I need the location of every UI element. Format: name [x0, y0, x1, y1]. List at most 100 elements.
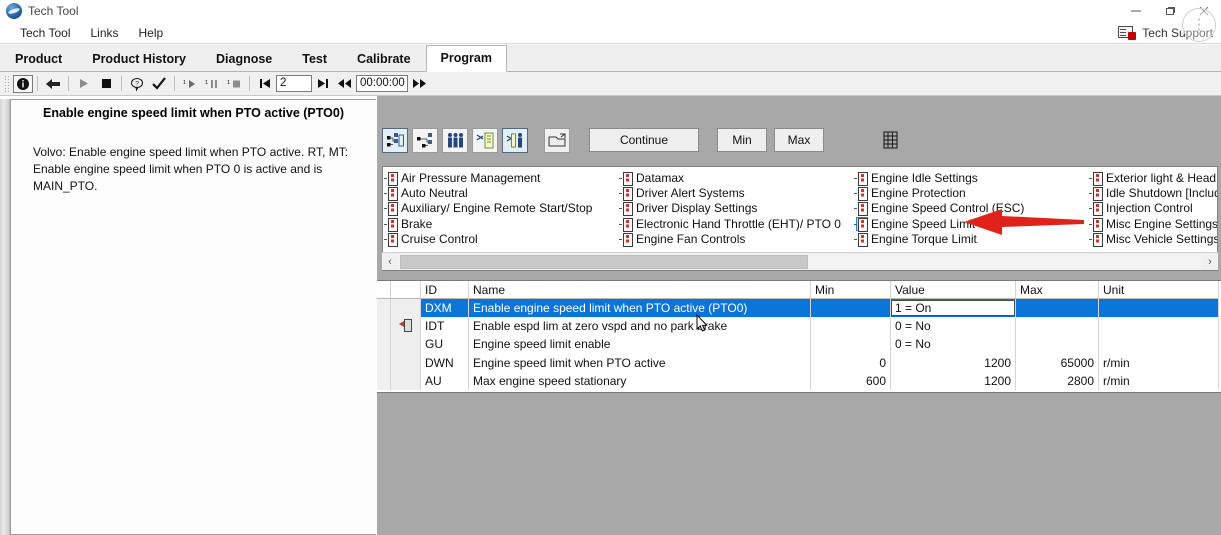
- group-item-driver-display-settings[interactable]: Driver Display Settings: [619, 201, 853, 217]
- group-item-engine-torque-limit[interactable]: Engine Torque Limit: [854, 232, 1088, 248]
- cell-value[interactable]: 1200: [891, 353, 1016, 372]
- stop-icon[interactable]: [95, 74, 117, 94]
- tab-product-history[interactable]: Product History: [77, 46, 201, 72]
- continue-button[interactable]: Continue: [589, 128, 699, 152]
- group-item-misc-vehicle-settings[interactable]: Misc Vehicle Settings: [1089, 232, 1217, 248]
- parameter-group-icon: [384, 171, 398, 186]
- parameter-group-icon: [854, 187, 868, 202]
- group-item-engine-speed-control-esc[interactable]: Engine Speed Control (ESC): [854, 201, 1088, 217]
- parameter-group-icon: [619, 187, 633, 202]
- balloon-help-icon[interactable]: ?: [126, 74, 148, 94]
- step-stop-icon[interactable]: 1: [223, 74, 245, 94]
- min-button[interactable]: Min: [717, 128, 767, 152]
- group-item-engine-protection[interactable]: Engine Protection: [854, 185, 1088, 202]
- menu-item-tech-tool[interactable]: Tech Tool: [10, 23, 80, 43]
- group-item-exterior-light-head[interactable]: Exterior light & Head l: [1089, 170, 1217, 186]
- table-row[interactable]: IDT Enable espd lim at zero vspd and no …: [377, 317, 1221, 336]
- table-row[interactable]: DWN Engine speed limit when PTO active 0…: [377, 353, 1221, 372]
- table-row[interactable]: GU Engine speed limit enable 0 = No: [377, 335, 1221, 354]
- tab-program[interactable]: Program: [425, 45, 507, 72]
- group-item-engine-fan-controls[interactable]: Engine Fan Controls: [619, 232, 853, 248]
- elapsed-time-input[interactable]: 00:00:00: [356, 75, 408, 92]
- group-item-engine-idle-settings[interactable]: Engine Idle Settings: [854, 170, 1088, 186]
- group-item-cruise-control[interactable]: Cruise Control: [384, 232, 618, 248]
- header-min: Min: [811, 281, 891, 299]
- parameter-group-icon: [384, 202, 398, 217]
- toolbar-grip[interactable]: [4, 74, 10, 93]
- volvo-globe-icon: [6, 3, 22, 19]
- tab-diagnose[interactable]: Diagnose: [201, 46, 287, 72]
- table-row[interactable]: AU Max engine speed stationary 600 1200 …: [377, 371, 1221, 390]
- cell-id: IDT: [421, 317, 469, 336]
- step-play-icon[interactable]: 1: [179, 74, 201, 94]
- parameter-group-icon: [384, 217, 398, 232]
- group-item-brake[interactable]: Brake: [384, 216, 618, 232]
- menu-bar: Tech Tool Links Help: [0, 22, 1221, 44]
- group-item-datamax[interactable]: Datamax: [619, 170, 853, 186]
- fast-forward-icon[interactable]: [408, 74, 430, 94]
- table-row[interactable]: DXM Enable engine speed limit when PTO a…: [377, 299, 1221, 318]
- all-parameters-icon[interactable]: [442, 127, 468, 153]
- toolbar-separator: [37, 76, 38, 91]
- program-work-area: Continue Min Max Air Pressure Management…: [377, 96, 1221, 535]
- go-last-icon[interactable]: [312, 74, 334, 94]
- toolbar-separator: [68, 76, 69, 91]
- scroll-right-icon[interactable]: ›: [1202, 256, 1218, 268]
- svg-text:1: 1: [183, 80, 186, 86]
- compare-parameters-icon[interactable]: [472, 127, 498, 153]
- group-item-electronic-hand-throttle[interactable]: Electronic Hand Throttle (EHT)/ PTO 0: [619, 216, 853, 232]
- group-item-auto-neutral[interactable]: Auto Neutral: [384, 185, 618, 202]
- minimize-icon[interactable]: [1119, 0, 1153, 22]
- cell-value[interactable]: 0 = No: [891, 317, 1016, 336]
- group-item-driver-alert-systems[interactable]: Driver Alert Systems: [619, 185, 853, 202]
- menu-item-help[interactable]: Help: [129, 23, 174, 43]
- group-item-idle-shutdown[interactable]: Idle Shutdown [Includ: [1089, 185, 1217, 202]
- cursor-highlight-circle: ⋮: [1182, 8, 1216, 42]
- parameter-action-toolbar: Continue Min Max: [377, 118, 1221, 162]
- cell-unit: r/min: [1099, 353, 1219, 372]
- group-item-misc-engine-settings[interactable]: Misc Engine Settings: [1089, 216, 1217, 232]
- go-first-icon[interactable]: [254, 74, 276, 94]
- scroll-track[interactable]: [398, 254, 1202, 269]
- row-status-icon: [377, 317, 391, 336]
- group-item-auxiliary-engine-remote-start-stop[interactable]: Auxiliary/ Engine Remote Start/Stop: [384, 201, 618, 217]
- row-mark: [391, 353, 421, 372]
- cell-value[interactable]: 0 = No: [891, 335, 1016, 354]
- group-item-injection-control[interactable]: Injection Control: [1089, 201, 1217, 217]
- step-pause-icon[interactable]: 1: [201, 74, 223, 94]
- check-icon[interactable]: [148, 74, 170, 94]
- cell-min: [811, 317, 891, 336]
- parameter-group-icon: [1089, 171, 1103, 186]
- tech-support-icon: [1118, 26, 1137, 40]
- group-item-air-pressure-management[interactable]: Air Pressure Management: [384, 170, 618, 186]
- tech-tool-window: Tech Tool Tech Tool Links Help Tech Supp…: [0, 0, 1221, 535]
- cell-value[interactable]: 1 = On: [891, 299, 1016, 318]
- back-arrow-icon[interactable]: [42, 74, 64, 94]
- value-editor[interactable]: 1 = On: [891, 300, 1015, 317]
- tab-product[interactable]: Product: [0, 46, 77, 72]
- grid-icon[interactable]: [882, 130, 900, 150]
- group-item-engine-speed-limit[interactable]: Engine Speed Limit: [854, 216, 1088, 232]
- toolbar-separator: [174, 76, 175, 91]
- scroll-thumb[interactable]: [400, 254, 808, 269]
- single-parameter-icon[interactable]: [502, 127, 528, 153]
- left-panel-scrollbar[interactable]: [0, 99, 10, 535]
- empty-workspace: [377, 393, 1221, 535]
- group-list-hscrollbar[interactable]: ‹ ›: [382, 252, 1218, 270]
- open-folder-icon[interactable]: [544, 127, 570, 153]
- row-mark: [391, 335, 421, 354]
- max-button[interactable]: Max: [774, 128, 824, 152]
- play-icon[interactable]: [73, 74, 95, 94]
- tab-test[interactable]: Test: [287, 46, 342, 72]
- description-panel: Enable engine speed limit when PTO activ…: [10, 99, 376, 535]
- parameter-tree-selected-icon[interactable]: [382, 127, 408, 153]
- parameter-group-icon: [854, 202, 868, 217]
- menu-item-links[interactable]: Links: [80, 23, 128, 43]
- rewind-icon[interactable]: [334, 74, 356, 94]
- parameter-tree-icon[interactable]: [412, 127, 438, 153]
- info-icon[interactable]: [13, 74, 33, 93]
- tab-calibrate[interactable]: Calibrate: [342, 46, 426, 72]
- cell-value[interactable]: 1200: [891, 371, 1016, 390]
- scroll-left-icon[interactable]: ‹: [382, 256, 398, 268]
- step-number-input[interactable]: 2: [276, 75, 312, 92]
